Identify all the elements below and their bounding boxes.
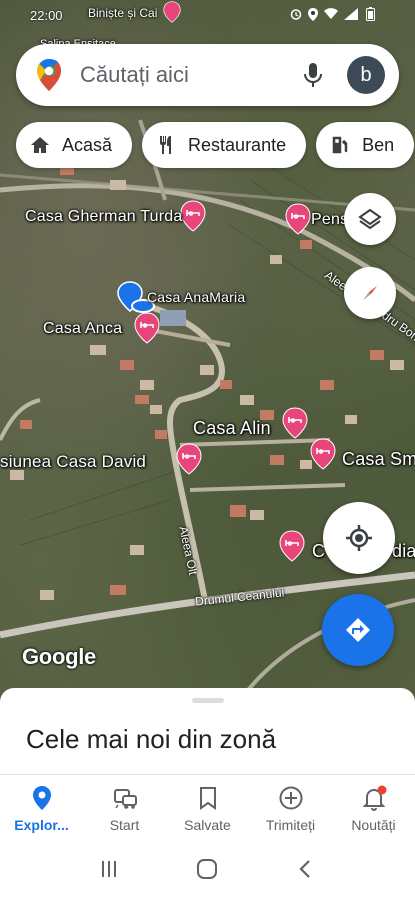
search-bar[interactable]: Căutați aici b — [16, 44, 399, 106]
bookmark-icon — [199, 787, 216, 810]
nav-label: Start — [109, 817, 140, 833]
home-icon — [31, 137, 49, 153]
status-time: 22:00 — [30, 8, 63, 23]
poi-label[interactable]: siunea Casa David — [0, 452, 146, 472]
my-location-icon — [346, 525, 372, 551]
poi-label[interactable]: Casa Alin — [193, 418, 271, 439]
lodging-pin-icon[interactable] — [279, 530, 305, 562]
lodging-pin-icon[interactable] — [176, 443, 202, 475]
chip-home[interactable]: Acasă — [16, 122, 133, 168]
battery-icon — [366, 7, 375, 21]
nav-explore[interactable]: Explor... — [0, 775, 83, 838]
chip-restaurants[interactable]: Restaurante — [142, 122, 307, 168]
fork-knife-icon — [160, 136, 172, 154]
wifi-icon — [324, 8, 338, 19]
category-chips: Acasă Restaurante Ben — [16, 122, 415, 168]
system-navigation-bar — [0, 838, 415, 900]
poi-label[interactable]: Casa Sm — [342, 449, 415, 470]
chip-gas[interactable]: Ben — [316, 122, 415, 168]
bottom-navigation: Explor... Start Salvate Trimiteți Noutăț… — [0, 774, 415, 838]
directions-icon — [346, 618, 370, 642]
chip-label: Restaurante — [188, 134, 287, 155]
gas-station-icon — [332, 136, 348, 154]
chip-label: Acasă — [62, 134, 113, 155]
google-logo: Google — [22, 644, 96, 669]
nav-label: Explor... — [14, 817, 69, 833]
lodging-pin-icon[interactable] — [134, 312, 160, 344]
lodging-pin-icon[interactable] — [310, 438, 336, 470]
chip-label: Ben — [362, 134, 395, 155]
status-icons — [290, 7, 375, 21]
poi-label[interactable]: Casa Anca — [43, 320, 122, 338]
nav-label: Trimiteți — [265, 817, 316, 833]
home-button-icon[interactable] — [195, 857, 219, 881]
directions-button[interactable] — [322, 594, 394, 666]
search-input[interactable]: Căutați aici — [80, 62, 301, 88]
nav-label: Salvate — [184, 817, 231, 833]
location-icon — [308, 7, 318, 21]
nav-saved[interactable]: Salvate — [166, 775, 249, 838]
mic-icon[interactable] — [301, 61, 325, 89]
layers-icon — [358, 208, 382, 230]
account-avatar[interactable]: b — [347, 56, 385, 94]
compass-button[interactable] — [344, 267, 396, 319]
nav-label: Noutăți — [351, 817, 396, 833]
nav-contribute[interactable]: Trimiteți — [249, 775, 332, 838]
poi-label[interactable]: dia — [392, 541, 415, 562]
lodging-pin-icon[interactable] — [285, 203, 311, 235]
sheet-drag-handle[interactable] — [192, 698, 224, 703]
back-icon[interactable] — [295, 858, 317, 880]
nav-start[interactable]: Start — [83, 775, 166, 838]
nav-updates[interactable]: Noutăți — [332, 775, 415, 838]
explore-sheet[interactable]: Cele mai noi din zonă — [0, 688, 415, 778]
explore-pin-icon — [32, 786, 51, 810]
commute-icon — [113, 789, 137, 809]
alarm-icon — [290, 9, 302, 20]
bell-icon — [362, 785, 386, 811]
google-maps-logo-icon — [37, 59, 61, 91]
add-circle-icon — [279, 786, 302, 810]
poi-label[interactable]: Casa AnaMaria — [147, 289, 245, 305]
lodging-pin-icon[interactable] — [282, 407, 308, 439]
poi-label[interactable]: Casa Gherman Turda — [25, 208, 182, 226]
status-bar: 22:00 — [0, 0, 415, 32]
lodging-pin-icon[interactable] — [180, 200, 206, 232]
poi-label[interactable]: Pens — [311, 211, 348, 229]
sheet-title: Cele mai noi din zonă — [26, 724, 277, 754]
signal-icon — [344, 8, 358, 20]
layers-button[interactable] — [344, 193, 396, 245]
compass-icon — [363, 286, 377, 300]
my-location-button[interactable] — [323, 502, 395, 574]
recent-apps-icon[interactable] — [98, 858, 120, 880]
